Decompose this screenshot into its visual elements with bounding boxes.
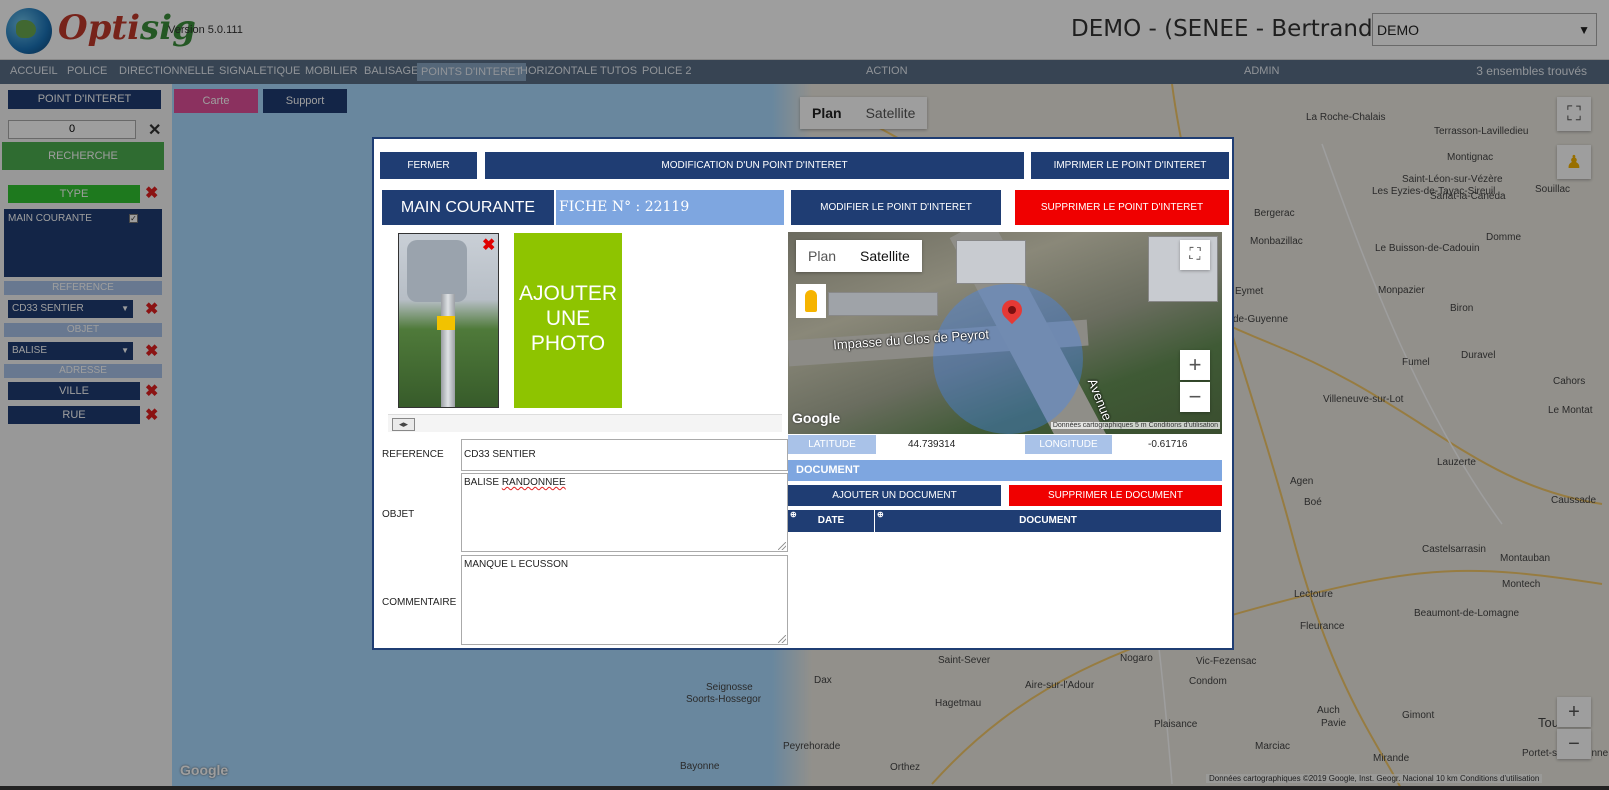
objet-text-misspelled: RANDONNEE (501, 477, 566, 488)
print-button[interactable]: IMPRIMER LE POINT D'INTERET (1031, 152, 1229, 179)
latitude-value: 44.739314 (908, 439, 956, 450)
minimap-type-toggle: Plan Satellite (796, 240, 922, 272)
google-logo: Google (792, 410, 841, 426)
fullscreen-icon[interactable]: ⛶ (1180, 240, 1210, 270)
zoom-out-icon[interactable]: − (1180, 382, 1210, 412)
delete-document-button[interactable]: SUPPRIMER LE DOCUMENT (1009, 485, 1222, 506)
delete-poi-button[interactable]: SUPPRIMER LE POINT D'INTERET (1015, 190, 1229, 225)
pegman-icon[interactable] (796, 284, 826, 318)
edit-poi-modal: FERMER MODIFICATION D'UN POINT D'INTERET… (372, 137, 1234, 650)
commentaire-textarea[interactable]: MANQUE L ECUSSON (461, 555, 788, 645)
photo-pole (441, 294, 455, 407)
zoom-in-icon[interactable]: + (1180, 350, 1210, 380)
minimap-attribution: Données cartographiques 5 m Conditions d… (1050, 422, 1220, 429)
poi-photo[interactable] (398, 233, 499, 408)
close-button[interactable]: FERMER (380, 152, 477, 179)
column-header-document[interactable]: ⊕ DOCUMENT (875, 510, 1222, 532)
sort-icon[interactable]: ⊕ (877, 504, 884, 526)
commentaire-label: COMMENTAIRE (382, 597, 457, 608)
type-title: MAIN COURANTE (382, 190, 554, 225)
photo-scrollbar[interactable]: ◂▸ (388, 414, 782, 432)
reference-label: REFERENCE (382, 449, 444, 460)
longitude-value: -0.61716 (1148, 439, 1188, 450)
minimap-building (828, 292, 938, 316)
add-photo-button[interactable]: AJOUTER UNE PHOTO (514, 233, 622, 408)
sort-icon[interactable]: ⊕ (790, 504, 797, 526)
column-header-date[interactable]: ⊕ DATE (788, 510, 875, 532)
modal-title: MODIFICATION D'UN POINT D'INTERET (485, 152, 1024, 179)
scroll-thumb-icon[interactable]: ◂▸ (392, 418, 415, 431)
minimap-building (956, 240, 1026, 284)
reference-input[interactable]: CD33 SENTIER (461, 439, 788, 471)
photo-tag (437, 316, 455, 330)
poi-minimap[interactable]: Impasse du Clos de Peyrot Avenue Plan Sa… (788, 232, 1222, 434)
column-header-date-label: DATE (817, 515, 845, 526)
column-header-document-label: DOCUMENT (1019, 515, 1077, 526)
photo-sign (407, 240, 467, 302)
add-document-button[interactable]: AJOUTER UN DOCUMENT (788, 485, 1001, 506)
minimap-type-plan[interactable]: Plan (796, 240, 848, 272)
document-section-title: DOCUMENT (788, 460, 1222, 481)
modify-poi-button[interactable]: MODIFIER LE POINT D'INTERET (791, 190, 1001, 225)
latitude-label: LATITUDE (788, 435, 876, 454)
objet-label: OBJET (382, 509, 415, 520)
fiche-number: FICHE N° : 22119 (556, 190, 784, 225)
window-bottom-edge (0, 786, 1609, 790)
longitude-label: LONGITUDE (1025, 435, 1112, 454)
delete-photo-icon[interactable]: ✖ (482, 235, 495, 255)
objet-text: BALISE (464, 477, 502, 488)
minimap-type-satellite[interactable]: Satellite (848, 240, 922, 272)
objet-textarea[interactable]: BALISE RANDONNEE (461, 473, 788, 552)
